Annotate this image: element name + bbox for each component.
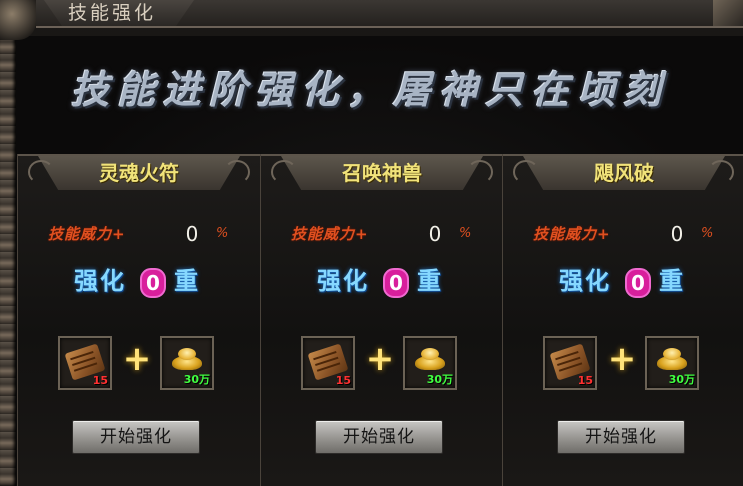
skill-panel-2: 召唤神兽 技能威力+ 0 % 强化 0 重 15 + 30万 开始强化 bbox=[260, 154, 504, 486]
window-title: 技能强化 bbox=[68, 2, 157, 24]
gold-quantity: 30万 bbox=[668, 373, 695, 386]
skill-name: 召唤神兽 bbox=[342, 161, 422, 185]
material-slot-scroll[interactable]: 15 bbox=[543, 336, 597, 390]
power-unit: % bbox=[216, 226, 229, 241]
material-slot-gold[interactable]: 30万 bbox=[160, 336, 214, 390]
level-row: 强化 0 重 bbox=[317, 264, 457, 298]
scroll-quantity: 15 bbox=[335, 374, 351, 387]
level-prefix: 强化 bbox=[559, 267, 611, 295]
material-slot-gold[interactable]: 30万 bbox=[645, 336, 699, 390]
power-row: 技能威力+ 0 % bbox=[48, 222, 238, 246]
skill-panel-1: 灵魂火符 技能威力+ 0 % 强化 0 重 15 + 30万 开始强化 bbox=[17, 154, 261, 486]
level-prefix: 强化 bbox=[74, 267, 126, 295]
level-suffix: 重 bbox=[174, 267, 198, 295]
corner-ornament-icon bbox=[0, 0, 36, 40]
material-slot-scroll[interactable]: 15 bbox=[58, 336, 112, 390]
gold-ingot-icon bbox=[655, 346, 689, 372]
level-prefix: 强化 bbox=[317, 267, 369, 295]
level-badge: 0 bbox=[140, 268, 166, 298]
start-enhance-button[interactable]: 开始强化 bbox=[315, 420, 443, 454]
gold-ingot-icon bbox=[413, 346, 447, 372]
skill-panel-3: 飓风破 技能威力+ 0 % 强化 0 重 15 + 30万 开始强化 bbox=[502, 154, 743, 486]
material-slot-scroll[interactable]: 15 bbox=[301, 336, 355, 390]
skill-enhance-window: 技能强化 技能进阶强化，屠神只在顷刻 灵魂火符 技能威力+ 0 % 强化 0 重… bbox=[0, 0, 743, 486]
level-badge: 0 bbox=[625, 268, 651, 298]
plus-icon: + bbox=[122, 339, 152, 379]
power-unit: % bbox=[701, 226, 714, 241]
gold-quantity: 30万 bbox=[426, 373, 453, 386]
level-badge: 0 bbox=[383, 268, 409, 298]
plus-icon: + bbox=[365, 339, 395, 379]
power-label: 技能威力+ bbox=[48, 225, 126, 243]
material-slot-gold[interactable]: 30万 bbox=[403, 336, 457, 390]
start-enhance-button[interactable]: 开始强化 bbox=[72, 420, 200, 454]
power-row: 技能威力+ 0 % bbox=[291, 222, 481, 246]
level-suffix: 重 bbox=[659, 267, 683, 295]
power-value: 0 bbox=[185, 222, 199, 246]
skill-name: 灵魂火符 bbox=[99, 161, 179, 185]
power-label: 技能威力+ bbox=[291, 225, 369, 243]
power-row: 技能威力+ 0 % bbox=[533, 222, 723, 246]
power-unit: % bbox=[459, 226, 472, 241]
scroll-quantity: 15 bbox=[92, 374, 108, 387]
skill-name: 飓风破 bbox=[594, 161, 654, 185]
scroll-quantity: 15 bbox=[577, 374, 593, 387]
banner-slogan: 技能进阶强化，屠神只在顷刻 bbox=[70, 67, 669, 112]
top-right-ornament-icon bbox=[713, 0, 743, 26]
level-row: 强化 0 重 bbox=[74, 264, 214, 298]
power-value: 0 bbox=[670, 222, 684, 246]
plus-icon: + bbox=[607, 339, 637, 379]
gold-ingot-icon bbox=[170, 346, 204, 372]
gold-quantity: 30万 bbox=[183, 373, 210, 386]
level-suffix: 重 bbox=[417, 267, 441, 295]
start-enhance-button[interactable]: 开始强化 bbox=[557, 420, 685, 454]
level-row: 强化 0 重 bbox=[559, 264, 699, 298]
power-label: 技能威力+ bbox=[533, 225, 611, 243]
power-value: 0 bbox=[428, 222, 442, 246]
left-ornate-border bbox=[0, 0, 16, 486]
